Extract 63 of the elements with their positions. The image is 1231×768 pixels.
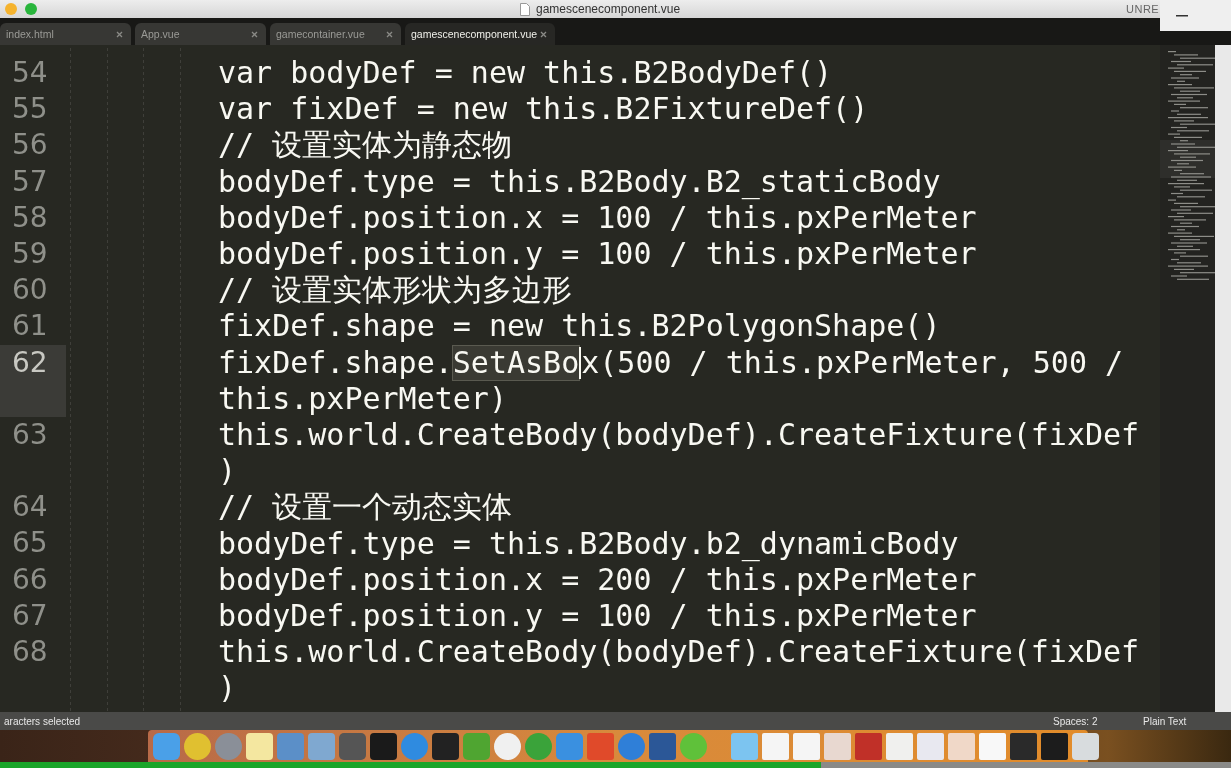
code-line: var fixDef = new this.B2FixtureDef() bbox=[218, 92, 869, 127]
window-thumbnail-icon[interactable] bbox=[824, 732, 851, 760]
file-tab[interactable]: gamescenecomponent.vue bbox=[405, 23, 555, 45]
code-line: bodyDef.type = this.B2Body.b2_dynamicBody bbox=[218, 526, 959, 561]
minimize-icon[interactable] bbox=[1176, 14, 1188, 17]
code-line: this.pxPerMeter) bbox=[218, 381, 507, 416]
line-number: 67 bbox=[12, 597, 48, 634]
code-line: // 设置一个动态实体 bbox=[218, 490, 513, 525]
document-icon bbox=[520, 2, 530, 16]
line-number: 62 bbox=[12, 344, 48, 381]
line-number: 64 bbox=[12, 489, 48, 526]
code-line: ) bbox=[218, 671, 237, 706]
close-icon[interactable] bbox=[386, 30, 393, 38]
syntax-setting[interactable]: Plain Text bbox=[1143, 715, 1187, 727]
code-line: bodyDef.position.y = 100 / this.pxPerMeter bbox=[218, 598, 977, 633]
window-thumbnail-icon[interactable] bbox=[886, 732, 913, 760]
window-thumbnail-icon[interactable] bbox=[948, 732, 975, 760]
code-line: bodyDef.type = this.B2Body.B2_staticBody bbox=[218, 164, 941, 199]
code-line: ) bbox=[218, 454, 237, 489]
code-line: var bodyDef = new this.B2BodyDef() bbox=[218, 56, 833, 91]
line-number: 56 bbox=[12, 127, 48, 164]
line-number: 59 bbox=[12, 235, 48, 272]
close-icon[interactable] bbox=[540, 30, 547, 38]
file-tab[interactable]: index.html bbox=[0, 23, 131, 45]
window-thumbnail-icon[interactable] bbox=[762, 732, 789, 760]
close-icon[interactable] bbox=[116, 30, 123, 38]
file-tab[interactable]: App.vue bbox=[135, 23, 266, 45]
line-number: 57 bbox=[12, 163, 48, 200]
window-thumbnail-icon[interactable] bbox=[1010, 732, 1037, 760]
code-line: bodyDef.position.y = 100 / this.pxPerMeter bbox=[218, 237, 977, 272]
code-text: fixDef.shape. bbox=[218, 345, 453, 380]
window-thumbnail-icon[interactable] bbox=[793, 732, 820, 760]
line-number: 54 bbox=[12, 55, 48, 91]
selection-status: aracters selected bbox=[4, 715, 81, 727]
code-line: bodyDef.position.x = 200 / this.pxPerMeter bbox=[218, 562, 977, 597]
line-number: 65 bbox=[12, 525, 48, 562]
line-number: 58 bbox=[12, 199, 48, 236]
highlighted-code-text: SetAsBo bbox=[452, 345, 580, 380]
code-line: // 设置实体为静态物 bbox=[218, 128, 513, 163]
code-line: bodyDef.position.x = 100 / this.pxPerMeter bbox=[218, 200, 977, 235]
line-number: 66 bbox=[12, 561, 48, 598]
code-line: fixDef.shape = new this.B2PolygonShape() bbox=[218, 309, 941, 344]
window-thumbnail-icon[interactable] bbox=[855, 732, 882, 760]
line-number: 61 bbox=[12, 308, 48, 345]
minimize-window-button[interactable] bbox=[5, 3, 17, 15]
code-text: x(500 / this.pxPerMeter, 500 / bbox=[581, 345, 1124, 380]
line-number: 60 bbox=[12, 272, 48, 309]
window-thumbnail-icon[interactable] bbox=[979, 732, 1006, 760]
license-label: UNRE bbox=[1126, 3, 1160, 15]
window-title: gamescenecomponent.vue bbox=[536, 2, 681, 16]
file-tab[interactable]: gamecontainer.vue bbox=[270, 23, 401, 45]
line-number: 68 bbox=[12, 634, 48, 671]
close-icon[interactable] bbox=[251, 30, 258, 38]
line-number: 55 bbox=[12, 91, 48, 128]
code-line: // 设置实体形状为多边形 bbox=[218, 273, 573, 308]
window-thumbnail-icon[interactable] bbox=[917, 732, 944, 760]
indentation-setting[interactable]: Spaces: 2 bbox=[1053, 715, 1098, 727]
zoom-window-button[interactable] bbox=[25, 3, 37, 15]
line-number: 63 bbox=[12, 416, 48, 453]
window-thumbnail-icon[interactable] bbox=[1041, 732, 1068, 760]
text-cursor bbox=[579, 346, 582, 379]
code-line: this.world.CreateBody(bodyDef).CreateFixture(fixDef bbox=[218, 417, 1140, 452]
code-line: this.world.CreateBody(bodyDef).CreateFixture(fixDef bbox=[218, 635, 1140, 670]
